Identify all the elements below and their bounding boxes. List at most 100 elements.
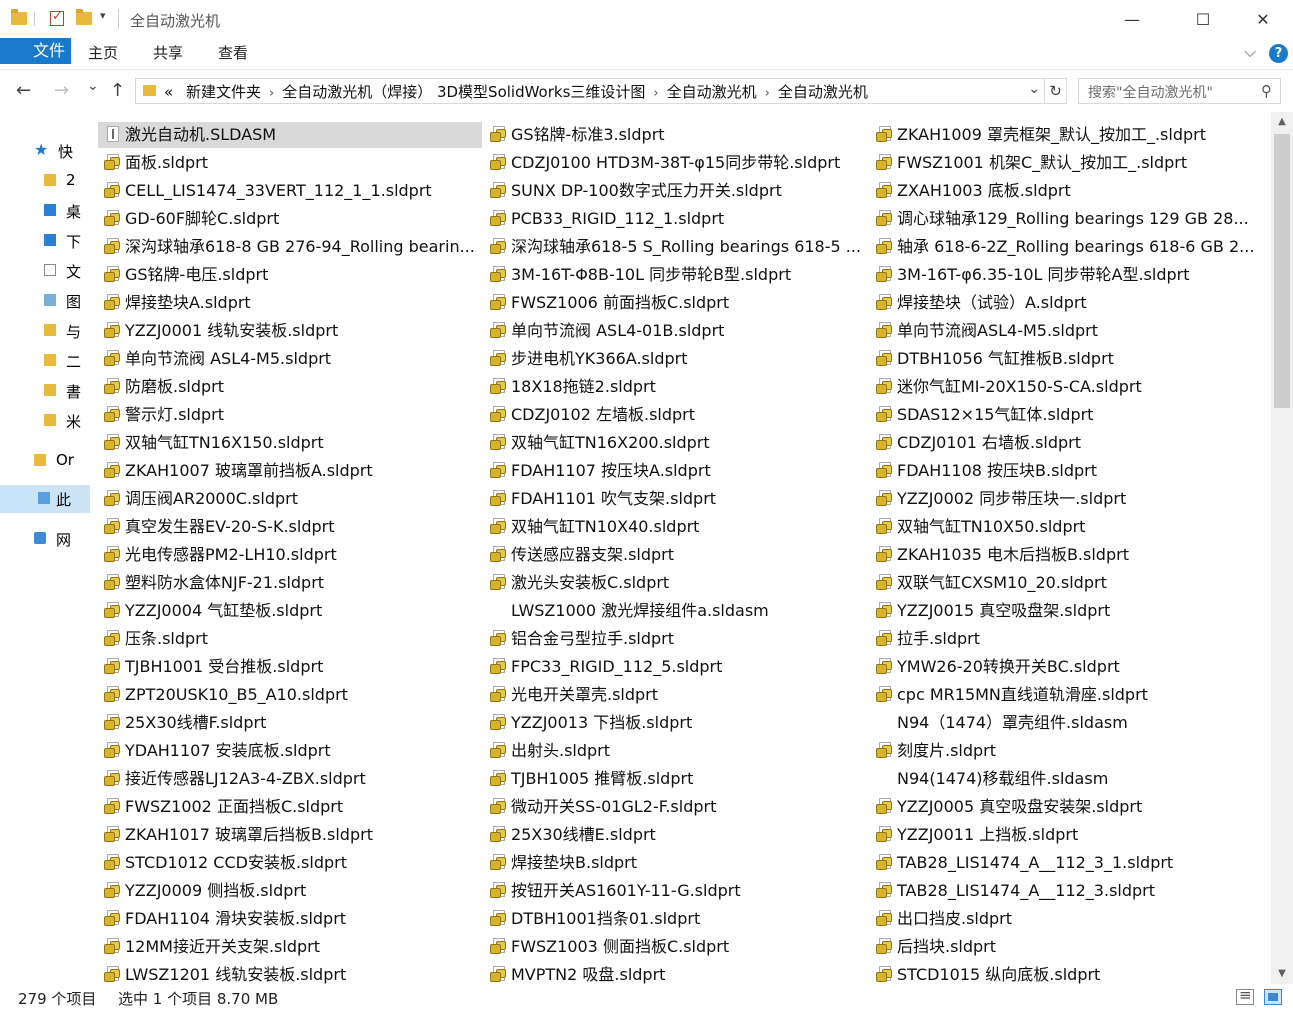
file-item[interactable]: TAB28_LIS1474_A__112_3.sldprt	[870, 878, 1254, 904]
file-item[interactable]: 出口挡皮.sldprt	[870, 906, 1254, 932]
new-folder-icon[interactable]	[76, 9, 92, 25]
file-item[interactable]: 微动开关SS-01GL2-F.sldprt	[484, 794, 868, 820]
sidebar-item-onedrive[interactable]: Or	[0, 447, 90, 475]
file-item[interactable]: FDAH1104 滑块安装板.sldprt	[98, 906, 482, 932]
tab-file[interactable]: 文件	[0, 38, 71, 64]
sidebar-item-documents[interactable]: 文	[0, 257, 90, 285]
file-item[interactable]: 焊接垫块（试验）A.sldprt	[870, 290, 1254, 316]
file-item[interactable]: 双联气缸CXSM10_20.sldprt	[870, 570, 1254, 596]
file-item[interactable]: FDAH1108 按压块B.sldprt	[870, 458, 1254, 484]
file-item[interactable]: 刻度片.sldprt	[870, 738, 1254, 764]
file-item[interactable]: FDAH1107 按压块A.sldprt	[484, 458, 868, 484]
file-item[interactable]: 铝合金弓型拉手.sldprt	[484, 626, 868, 652]
sidebar-item-network[interactable]: 网	[0, 525, 90, 553]
file-item[interactable]: YDAH1107 安装底板.sldprt	[98, 738, 482, 764]
file-item[interactable]: TJBH1005 推臂板.sldprt	[484, 766, 868, 792]
recent-locations-chevron-icon[interactable]: ⌄	[87, 78, 99, 94]
file-item[interactable]: DTBH1056 气缸推板B.sldprt	[870, 346, 1254, 372]
file-item[interactable]: YZZJ0011 上挡板.sldprt	[870, 822, 1254, 848]
sidebar-item-folder[interactable]: 与	[0, 317, 90, 345]
file-item[interactable]: FWSZ1003 侧面挡板C.sldprt	[484, 934, 868, 960]
forward-button[interactable]: →	[54, 80, 69, 101]
file-item[interactable]: 拉手.sldprt	[870, 626, 1254, 652]
large-icons-view-button[interactable]	[1264, 989, 1282, 1005]
file-item[interactable]: 双轴气缸TN10X40.sldprt	[484, 514, 868, 540]
file-item[interactable]: 出射头.sldprt	[484, 738, 868, 764]
file-item[interactable]: 光电传感器PM2-LH10.sldprt	[98, 542, 482, 568]
file-item[interactable]: LWSZ1201 线轨安装板.sldprt	[98, 962, 482, 984]
file-item[interactable]: 防磨板.sldprt	[98, 374, 482, 400]
file-item[interactable]: 深沟球轴承618-8 GB 276-94_Rolling bearin...	[98, 234, 482, 260]
tab-home[interactable]: 主页	[80, 38, 126, 69]
file-item[interactable]: cpc MR15MN直线道轨滑座.sldprt	[870, 682, 1254, 708]
file-item[interactable]: 3M-16T-Φ8B-10L 同步带轮B型.sldprt	[484, 262, 868, 288]
sidebar-item-folder[interactable]: 書	[0, 377, 90, 405]
address-bar[interactable]: « 新建文件夹 › 全自动激光机（焊接） 3D模型SolidWorks三维设计图 › 全…	[135, 78, 1045, 104]
file-item[interactable]: FWSZ1002 正面挡板C.sldprt	[98, 794, 482, 820]
file-item[interactable]: 双轴气缸TN16X200.sldprt	[484, 430, 868, 456]
sidebar-item-folder[interactable]: 米	[0, 407, 90, 435]
breadcrumb-item[interactable]: 全自动激光机（焊接） 3D模型SolidWorks三维设计图	[282, 83, 645, 101]
file-item[interactable]: YZZJ0004 气缸垫板.sldprt	[98, 598, 482, 624]
tab-view[interactable]: 查看	[210, 38, 256, 69]
file-item[interactable]: YZZJ0002 同步带压块一.sldprt	[870, 486, 1254, 512]
breadcrumb-overflow[interactable]: «	[164, 83, 173, 101]
file-item[interactable]: 警示灯.sldprt	[98, 402, 482, 428]
file-item[interactable]: 单向节流阀ASL4-M5.sldprt	[870, 318, 1254, 344]
file-item[interactable]: 25X30线槽F.sldprt	[98, 710, 482, 736]
minimize-button[interactable]: —	[1109, 0, 1155, 38]
file-item[interactable]: YZZJ0009 侧挡板.sldprt	[98, 878, 482, 904]
sidebar-item-desktop[interactable]: 桌	[0, 197, 90, 225]
ribbon-expand-chevron-icon[interactable]: ⌵	[1244, 42, 1256, 62]
refresh-button[interactable]: ↻	[1045, 78, 1067, 104]
file-item[interactable]: 18X18拖链2.sldprt	[484, 374, 868, 400]
file-item[interactable]: 3M-16T-φ6.35-10L 同步带轮A型.sldprt	[870, 262, 1254, 288]
file-item[interactable]: ZKAH1009 罩壳框架_默认_按加工_.sldprt	[870, 122, 1254, 148]
file-item[interactable]: FDAH1101 吹气支架.sldprt	[484, 486, 868, 512]
properties-check-icon[interactable]	[50, 9, 64, 26]
file-item[interactable]: MVPTN2 吸盘.sldprt	[484, 962, 868, 984]
file-item[interactable]: 塑料防水盒体NJF-21.sldprt	[98, 570, 482, 596]
file-item[interactable]: 后挡块.sldprt	[870, 934, 1254, 960]
file-item[interactable]: 激光自动机.SLDASM	[98, 122, 482, 148]
sidebar-item-this-pc[interactable]: 此	[0, 485, 90, 513]
file-item[interactable]: 25X30线槽E.sldprt	[484, 822, 868, 848]
file-item[interactable]: STCD1012 CCD安装板.sldprt	[98, 850, 482, 876]
file-item[interactable]: 焊接垫块B.sldprt	[484, 850, 868, 876]
breadcrumb-item[interactable]: 全自动激光机	[778, 83, 868, 101]
file-item[interactable]: GD-60F脚轮C.sldprt	[98, 206, 482, 232]
file-item[interactable]: ZKAH1035 电木后挡板B.sldprt	[870, 542, 1254, 568]
file-list[interactable]: 激光自动机.SLDASM 面板.sldprt CELL_LIS1474_33VERT…	[90, 112, 1271, 984]
file-item[interactable]: SUNX DP-100数字式压力开关.sldprt	[484, 178, 868, 204]
file-item[interactable]: 双轴气缸TN10X50.sldprt	[870, 514, 1254, 540]
file-item[interactable]: ZKAH1017 玻璃罩后挡板B.sldprt	[98, 822, 482, 848]
file-item[interactable]: 迷你气缸MI-20X150-S-CA.sldprt	[870, 374, 1254, 400]
file-item[interactable]: CDZJ0102 左墙板.sldprt	[484, 402, 868, 428]
file-item[interactable]: 12MM接近开关支架.sldprt	[98, 934, 482, 960]
sidebar-item-folder[interactable]: 2	[0, 167, 90, 195]
file-item[interactable]: GS铭牌-电压.sldprt	[98, 262, 482, 288]
file-item[interactable]: 深沟球轴承618-5 S_Rolling bearings 618-5 ...	[484, 234, 868, 260]
search-input[interactable]: 搜索"全自动激光机" ⚲	[1078, 78, 1281, 104]
file-item[interactable]: 按钮开关AS1601Y-11-G.sldprt	[484, 878, 868, 904]
file-item[interactable]: 双轴气缸TN16X150.sldprt	[98, 430, 482, 456]
file-item[interactable]: 压条.sldprt	[98, 626, 482, 652]
file-item[interactable]: STCD1015 纵向底板.sldprt	[870, 962, 1254, 984]
file-item[interactable]: LWSZ1000 激光焊接组件a.sldasm	[484, 598, 868, 624]
file-item[interactable]: 光电开关罩壳.sldprt	[484, 682, 868, 708]
file-item[interactable]: CDZJ0101 右墙板.sldprt	[870, 430, 1254, 456]
up-button[interactable]: ↑	[110, 80, 125, 101]
file-item[interactable]: ZXAH1003 底板.sldprt	[870, 178, 1254, 204]
file-item[interactable]: TAB28_LIS1474_A__112_3_1.sldprt	[870, 850, 1254, 876]
file-item[interactable]: DTBH1001挡条01.sldprt	[484, 906, 868, 932]
file-item[interactable]: SDAS12×15气缸体.sldprt	[870, 402, 1254, 428]
search-icon[interactable]: ⚲	[1261, 82, 1272, 100]
breadcrumb-item[interactable]: 全自动激光机	[667, 83, 757, 101]
file-item[interactable]: 调压阀AR2000C.sldprt	[98, 486, 482, 512]
scroll-thumb[interactable]	[1274, 134, 1290, 408]
file-item[interactable]: FWSZ1006 前面挡板C.sldprt	[484, 290, 868, 316]
file-item[interactable]: FPC33_RIGID_112_5.sldprt	[484, 654, 868, 680]
customize-qat-chevron-icon[interactable]: ▾	[100, 9, 116, 25]
file-item[interactable]: 接近传感器LJ12A3-4-ZBX.sldprt	[98, 766, 482, 792]
sidebar-item-quick-access[interactable]: ★ 快	[0, 137, 90, 165]
